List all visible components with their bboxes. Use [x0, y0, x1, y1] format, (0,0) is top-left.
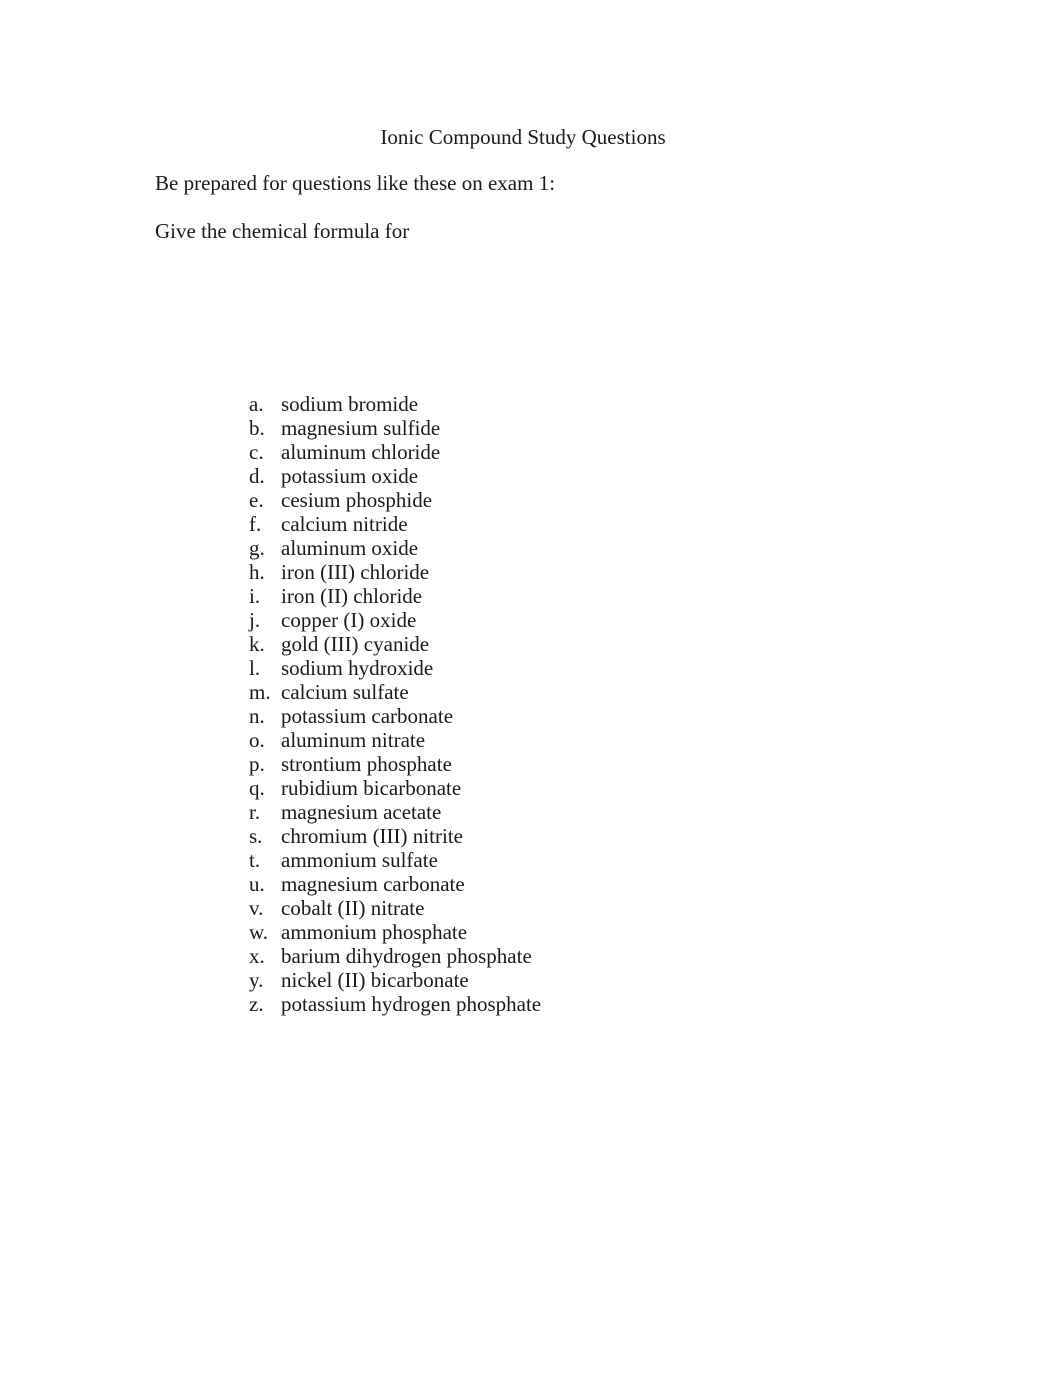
- intro-paragraph-exam-note: Be prepared for questions like these on …: [155, 171, 556, 195]
- list-item-label: chromium (III) nitrite: [281, 824, 463, 848]
- list-item-label: ammonium phosphate: [281, 920, 468, 944]
- page-title: Ionic Compound Study Questions: [380, 125, 666, 149]
- list-item-label: aluminum nitrate: [281, 728, 426, 752]
- list-item-label: iron (III) chloride: [281, 560, 430, 584]
- list-item-label: cesium phosphide: [281, 488, 433, 512]
- list-item: t. ammonium sulfate: [249, 848, 541, 872]
- list-item: m. calcium sulfate: [249, 680, 541, 704]
- list-item-label: sodium bromide: [281, 392, 419, 416]
- list-item-label: calcium nitride: [281, 512, 408, 536]
- list-item-label: calcium sulfate: [281, 680, 409, 704]
- list-item-marker: w.: [249, 920, 269, 944]
- list-item-label: magnesium sulfide: [281, 416, 441, 440]
- list-item: g. aluminum oxide: [249, 536, 541, 560]
- list-item-marker: p.: [249, 752, 265, 776]
- list-item: k. gold (III) cyanide: [249, 632, 541, 656]
- list-item-label: magnesium acetate: [281, 800, 442, 824]
- list-item: z. potassium hydrogen phosphate: [249, 992, 541, 1016]
- list-item: x. barium dihydrogen phosphate: [249, 944, 541, 968]
- list-item: q. rubidium bicarbonate: [249, 776, 541, 800]
- list-item-marker: m.: [249, 680, 271, 704]
- list-item-label: aluminum oxide: [281, 536, 419, 560]
- list-item-marker: k.: [249, 632, 265, 656]
- list-item-marker: y.: [249, 968, 264, 992]
- list-item: l. sodium hydroxide: [249, 656, 541, 680]
- list-item: i. iron (II) chloride: [249, 584, 541, 608]
- list-item-marker: l.: [249, 656, 261, 680]
- list-item: a. sodium bromide: [249, 392, 541, 416]
- list-item: r. magnesium acetate: [249, 800, 541, 824]
- list-item: o. aluminum nitrate: [249, 728, 541, 752]
- list-item: d. potassium oxide: [249, 464, 541, 488]
- list-item-marker: q.: [249, 776, 265, 800]
- list-item-marker: v.: [249, 896, 264, 920]
- intro-paragraph-instruction: Give the chemical formula for: [155, 219, 410, 243]
- list-item-label: sodium hydroxide: [281, 656, 434, 680]
- list-item: p. strontium phosphate: [249, 752, 541, 776]
- compound-list: a. sodium bromide b. magnesium sulfide c. alu…: [249, 392, 541, 1016]
- list-item: v. cobalt (II) nitrate: [249, 896, 541, 920]
- list-item-label: copper (I) oxide: [281, 608, 417, 632]
- list-item-marker: t.: [249, 848, 261, 872]
- list-item-label: rubidium bicarbonate: [281, 776, 462, 800]
- list-item: f. calcium nitride: [249, 512, 541, 536]
- list-item: y. nickel (II) bicarbonate: [249, 968, 541, 992]
- list-item: j. copper (I) oxide: [249, 608, 541, 632]
- list-item-marker: c.: [249, 440, 264, 464]
- list-item-label: barium dihydrogen phosphate: [281, 944, 532, 968]
- list-item-marker: x.: [249, 944, 265, 968]
- list-item-marker: f.: [249, 512, 262, 536]
- list-item-label: potassium carbonate: [281, 704, 454, 728]
- list-item: n. potassium carbonate: [249, 704, 541, 728]
- document-page: Ionic Compound Study Questions Be prepar…: [0, 0, 1062, 1377]
- list-item: h. iron (III) chloride: [249, 560, 541, 584]
- list-item-marker: n.: [249, 704, 265, 728]
- list-item-label: nickel (II) bicarbonate: [281, 968, 469, 992]
- list-item-marker: z.: [249, 992, 264, 1016]
- list-item-label: gold (III) cyanide: [281, 632, 430, 656]
- list-item-marker: u.: [249, 872, 265, 896]
- list-item: u. magnesium carbonate: [249, 872, 541, 896]
- list-item: e. cesium phosphide: [249, 488, 541, 512]
- list-item-label: strontium phosphate: [281, 752, 452, 776]
- list-item-label: aluminum chloride: [281, 440, 441, 464]
- list-item-marker: s.: [249, 824, 263, 848]
- list-item-marker: h.: [249, 560, 265, 584]
- list-item-marker: j.: [249, 608, 261, 632]
- list-item-marker: e.: [249, 488, 264, 512]
- list-item-marker: a.: [249, 392, 264, 416]
- list-item-label: cobalt (II) nitrate: [281, 896, 425, 920]
- list-item: c. aluminum chloride: [249, 440, 541, 464]
- list-item-marker: g.: [249, 536, 265, 560]
- list-item: s. chromium (III) nitrite: [249, 824, 541, 848]
- list-item-marker: d.: [249, 464, 265, 488]
- list-item: b. magnesium sulfide: [249, 416, 541, 440]
- list-item-marker: b.: [249, 416, 265, 440]
- list-item: w. ammonium phosphate: [249, 920, 541, 944]
- list-item-label: ammonium sulfate: [281, 848, 438, 872]
- list-item-label: magnesium carbonate: [281, 872, 465, 896]
- list-item-marker: i.: [249, 584, 261, 608]
- list-item-label: potassium oxide: [281, 464, 419, 488]
- list-item-marker: r.: [249, 800, 261, 824]
- list-item-label: iron (II) chloride: [281, 584, 423, 608]
- list-item-marker: o.: [249, 728, 265, 752]
- list-item-label: potassium hydrogen phosphate: [281, 992, 542, 1016]
